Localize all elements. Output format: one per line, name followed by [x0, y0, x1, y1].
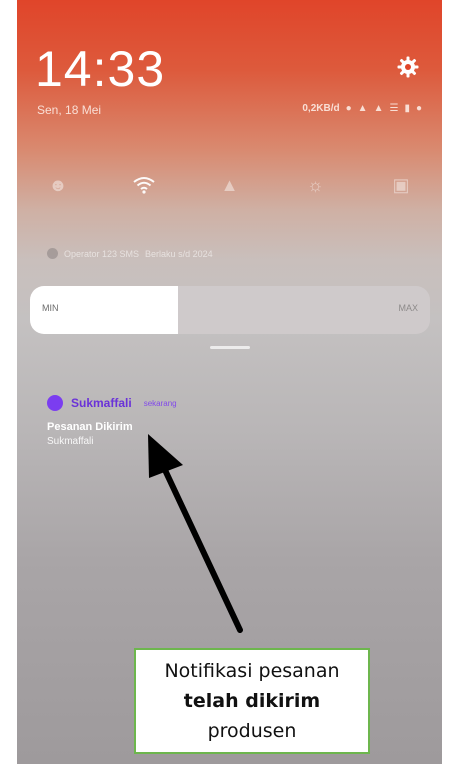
callout-line-3: produsen — [207, 720, 297, 742]
brightness-icon[interactable]: ☼ — [298, 168, 332, 202]
info-text-1: Operator 123 SMS — [64, 248, 140, 259]
wifi-icon[interactable] — [127, 168, 161, 202]
wifi-icon: ☰ — [389, 103, 399, 114]
brightness-slider[interactable]: MIN MAX — [30, 286, 430, 334]
gear-icon[interactable] — [396, 55, 420, 79]
location-icon: ● — [345, 103, 352, 114]
brightness-min-label: MIN — [42, 303, 59, 313]
app-name: Sukmaffali — [71, 396, 132, 410]
callout-line-2: telah dikirim — [184, 686, 320, 716]
signal-icon: ▲ — [357, 103, 368, 114]
status-icons: 0,2KB/d ● ▲ ▲ ☰ ▮ ● — [302, 103, 422, 114]
info-line: Operator 123 SMS Berlaku s/d 2024 — [47, 248, 213, 259]
battery-icon: ▮ — [404, 103, 410, 114]
brightness-max-label: MAX — [398, 303, 418, 313]
user-icon[interactable]: ☻ — [41, 168, 75, 202]
sim-icon — [47, 248, 58, 259]
notification-header: Sukmaffali sekarang — [47, 395, 177, 411]
flashlight-icon[interactable]: ▲ — [213, 168, 247, 202]
info-text-2: Berlaku s/d 2024 — [145, 248, 213, 259]
net-speed: 0,2KB/d — [302, 103, 340, 114]
alarm-icon: ● — [415, 103, 422, 114]
quick-settings-row: ☻ ▲ ☼ ▣ — [41, 168, 418, 202]
notification-title: Pesanan Dikirim — [47, 421, 133, 433]
callout-bold-text: telah dikirim — [183, 690, 321, 712]
notification-time: sekarang — [143, 398, 177, 408]
signal-icon: ▲ — [373, 103, 384, 114]
notification-body: Sukmaffali — [47, 436, 94, 447]
screen-icon[interactable]: ▣ — [384, 168, 418, 202]
date-label: Sen, 18 Mei — [37, 103, 102, 117]
clock: 14:33 — [35, 41, 166, 97]
annotation-callout: Notifikasi pesanan telah dikirim produse… — [134, 648, 370, 754]
notification-card[interactable]: Sukmaffali sekarang Pesanan Dikirim Sukm… — [47, 395, 177, 447]
app-icon — [47, 395, 63, 411]
callout-line-1: Notifikasi pesanan — [164, 660, 340, 682]
drag-handle[interactable] — [210, 346, 250, 349]
